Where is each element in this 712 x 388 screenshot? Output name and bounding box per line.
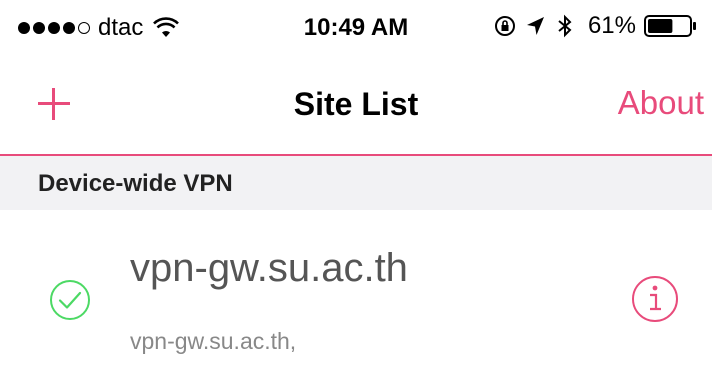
location-arrow-icon (526, 17, 544, 35)
status-right: 61% (494, 12, 698, 40)
about-button[interactable]: About (618, 84, 704, 122)
status-bar: dtac 10:49 AM 61% (0, 0, 712, 56)
info-icon[interactable] (630, 274, 680, 324)
rotation-lock-icon (494, 16, 515, 36)
site-subtitle: vpn-gw.su.ac.th, (130, 328, 297, 354)
site-name: vpn-gw.su.ac.th (130, 246, 408, 290)
section-header: Device-wide VPN (0, 156, 712, 210)
battery-icon (644, 15, 696, 37)
navigation-bar: Site List About (0, 56, 712, 154)
bluetooth-icon (558, 14, 572, 38)
section-title: Device-wide VPN (38, 170, 233, 197)
page-title: Site List (293, 86, 419, 122)
checkmark-circle-icon (50, 280, 90, 320)
site-list-item[interactable]: vpn-gw.su.ac.th vpn-gw.su.ac.th, (0, 210, 712, 388)
battery-percent: 61% (587, 12, 636, 39)
